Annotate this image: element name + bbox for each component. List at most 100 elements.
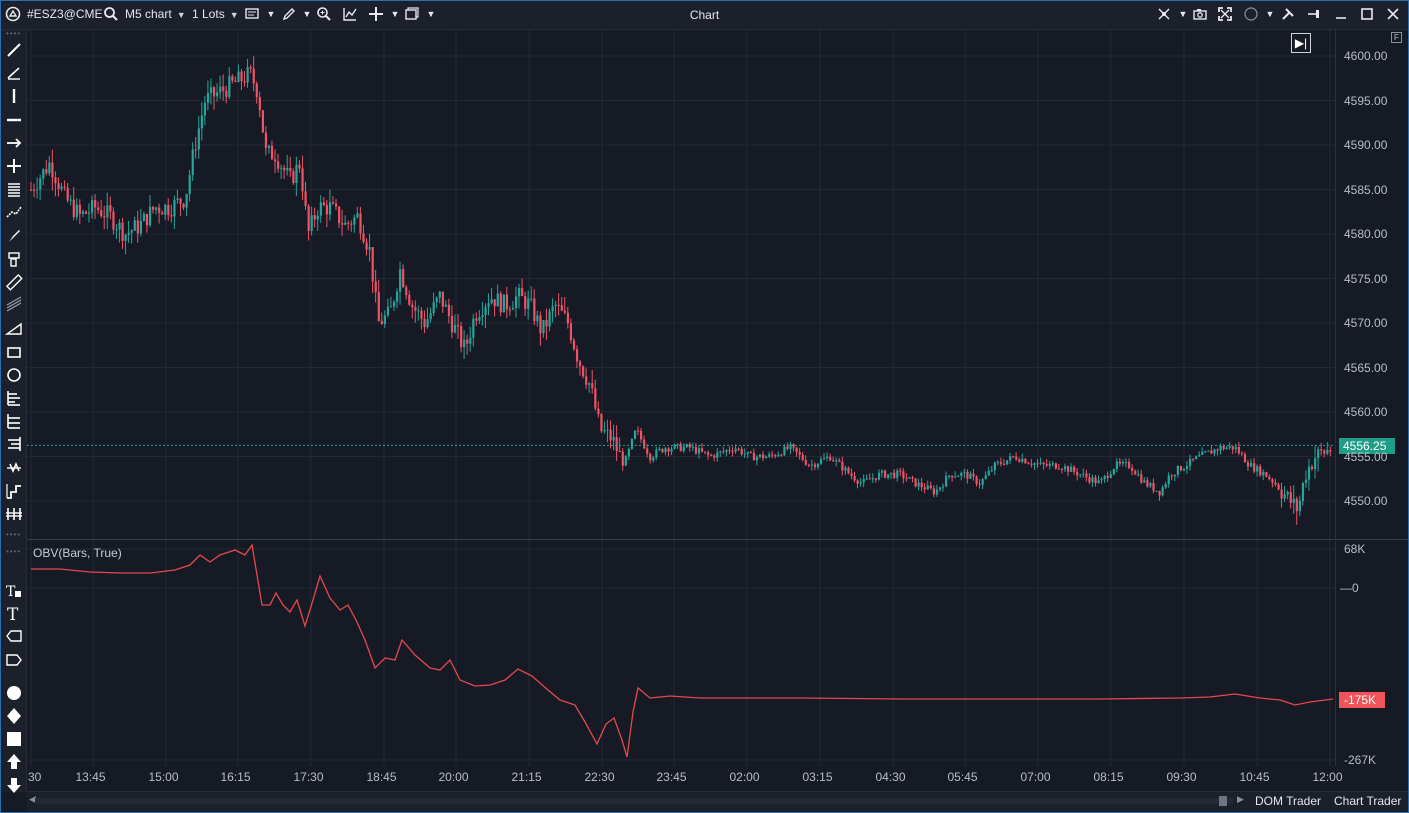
candle-body bbox=[97, 207, 100, 211]
scroll-right-icon[interactable]: ▶ bbox=[1237, 794, 1244, 805]
text-lock-icon[interactable]: T bbox=[3, 580, 24, 600]
measure-icon[interactable] bbox=[3, 249, 24, 269]
fibonacci-icon[interactable] bbox=[3, 388, 24, 408]
candle-body bbox=[304, 191, 307, 206]
f-button[interactable]: F bbox=[1391, 32, 1402, 43]
chevron-down-icon[interactable]: ▼ bbox=[299, 6, 315, 22]
horizontal-levels-icon[interactable] bbox=[3, 179, 24, 199]
chevron-down-icon[interactable]: ▼ bbox=[423, 6, 439, 22]
candle-body bbox=[499, 293, 502, 313]
chart-trader-tab[interactable]: Chart Trader bbox=[1334, 794, 1401, 808]
polyline-icon[interactable] bbox=[3, 202, 24, 222]
candle-body bbox=[130, 230, 133, 233]
time-tick-label: 23:45 bbox=[656, 770, 687, 784]
minimize-icon[interactable] bbox=[1333, 6, 1349, 22]
horizontal-scrollbar[interactable] bbox=[35, 798, 1233, 804]
maximize-icon[interactable] bbox=[1359, 6, 1375, 22]
label-icon[interactable] bbox=[3, 626, 24, 646]
tools-icon[interactable] bbox=[1280, 6, 1296, 22]
text-icon[interactable]: T bbox=[3, 603, 24, 625]
layout-icon[interactable] bbox=[404, 6, 420, 22]
brush-icon[interactable] bbox=[3, 226, 24, 246]
chevron-down-icon[interactable]: ▼ bbox=[1262, 6, 1278, 22]
levels-icon[interactable] bbox=[3, 434, 24, 454]
candle-body bbox=[63, 186, 66, 188]
candle-body bbox=[1167, 475, 1170, 485]
cross-tool-icon[interactable] bbox=[3, 156, 24, 176]
zoom-icon[interactable] bbox=[316, 6, 332, 22]
lots-dropdown[interactable]: 1 Lots ▼ bbox=[192, 7, 239, 21]
indicator-label[interactable]: OBV(Bars, True) bbox=[33, 546, 122, 560]
volume-profile-icon[interactable] bbox=[3, 504, 24, 524]
candle-body bbox=[591, 383, 594, 389]
arrow-up-icon[interactable] bbox=[3, 752, 24, 772]
indicator-icon[interactable] bbox=[342, 6, 358, 22]
candle-body bbox=[441, 291, 444, 307]
ray-tool-icon[interactable] bbox=[3, 63, 24, 83]
symbol-selector[interactable]: #ESZ3@CME bbox=[27, 7, 103, 21]
candle-body bbox=[969, 473, 972, 479]
candle-body bbox=[1195, 456, 1198, 460]
link-icon[interactable] bbox=[1156, 6, 1172, 22]
ruler-icon[interactable] bbox=[3, 272, 24, 292]
candle-body bbox=[197, 128, 200, 150]
arrow-down-icon[interactable] bbox=[3, 775, 24, 795]
price-label-icon[interactable] bbox=[3, 650, 24, 670]
chevron-down-icon[interactable]: ▼ bbox=[1175, 6, 1191, 22]
chart-canvas[interactable] bbox=[27, 30, 1408, 790]
scroll-to-end-button[interactable]: ▶| bbox=[1291, 33, 1311, 53]
toolbar-grip[interactable]: •••• bbox=[6, 548, 21, 556]
pin-icon[interactable] bbox=[1306, 6, 1322, 22]
horizontal-line-icon[interactable] bbox=[3, 110, 24, 130]
search-icon[interactable] bbox=[103, 6, 119, 22]
camera-icon[interactable] bbox=[1192, 6, 1208, 22]
scrollbar-thumb[interactable] bbox=[1219, 796, 1227, 806]
candle-body bbox=[1216, 449, 1219, 451]
candle-body bbox=[124, 234, 127, 241]
parallel-channel-icon[interactable] bbox=[3, 295, 24, 315]
template-icon[interactable] bbox=[244, 6, 260, 22]
candle-body bbox=[164, 204, 167, 215]
close-icon[interactable] bbox=[1385, 6, 1401, 22]
candle-body bbox=[661, 448, 664, 453]
steps-icon[interactable] bbox=[3, 481, 24, 501]
chart-type-dropdown[interactable]: M5 chart ▼ bbox=[125, 7, 186, 21]
candle-body bbox=[795, 447, 798, 453]
square-marker-icon[interactable] bbox=[3, 729, 24, 749]
chevron-down-icon[interactable]: ▼ bbox=[387, 6, 403, 22]
arrow-tool-icon[interactable] bbox=[3, 133, 24, 153]
vertical-line-icon[interactable] bbox=[3, 86, 24, 106]
fib-extension-icon[interactable] bbox=[3, 411, 24, 431]
app-logo-icon[interactable] bbox=[5, 6, 21, 22]
candle-body bbox=[490, 299, 493, 304]
fullscreen-icon[interactable] bbox=[1217, 6, 1233, 22]
toolbar-grip[interactable]: •••• bbox=[6, 30, 21, 38]
rectangle-icon[interactable] bbox=[3, 342, 24, 362]
candle-body bbox=[1253, 463, 1256, 472]
chevron-down-icon[interactable]: ▼ bbox=[263, 6, 279, 22]
circle-marker-icon[interactable] bbox=[3, 683, 24, 703]
line-tool-icon[interactable] bbox=[3, 40, 24, 60]
candle-body bbox=[1292, 498, 1295, 503]
pencil-icon[interactable] bbox=[281, 6, 297, 22]
candle-body bbox=[624, 456, 627, 466]
diamond-marker-icon[interactable] bbox=[3, 706, 24, 726]
ellipse-icon[interactable] bbox=[3, 365, 24, 385]
dom-trader-tab[interactable]: DOM Trader bbox=[1255, 794, 1321, 808]
circle-icon[interactable] bbox=[1243, 6, 1259, 22]
candle-body bbox=[990, 470, 993, 472]
candle-body bbox=[850, 473, 853, 476]
candle-body bbox=[57, 183, 60, 190]
candle-body bbox=[1124, 462, 1128, 464]
candle-body bbox=[548, 311, 551, 327]
candle-body bbox=[115, 229, 118, 231]
candle-body bbox=[999, 462, 1003, 464]
crosshair-icon[interactable] bbox=[368, 6, 384, 22]
toolbar-grip[interactable]: •••• bbox=[6, 531, 21, 539]
candle-body bbox=[908, 477, 911, 479]
candle-body bbox=[640, 430, 643, 440]
pitchfork-icon[interactable] bbox=[3, 458, 24, 478]
candle-body bbox=[633, 430, 637, 439]
candle-body bbox=[152, 206, 155, 210]
triangle-icon[interactable] bbox=[3, 318, 24, 338]
